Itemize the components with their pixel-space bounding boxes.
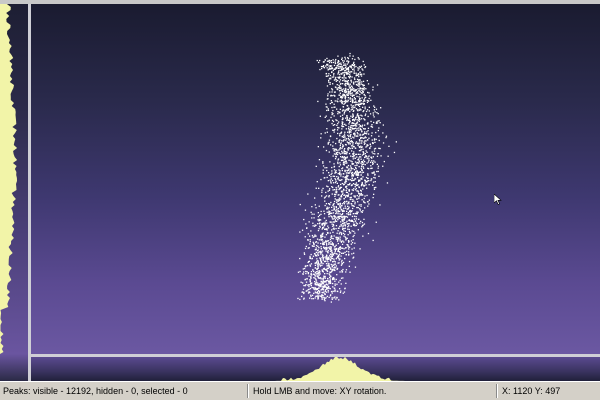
status-bar: Peaks: visible - 12192, hidden - 0, sele… [0,381,600,400]
status-separator [247,384,249,398]
status-separator [496,384,498,398]
peak-cloud [297,52,397,303]
y-projection-panel[interactable] [0,4,28,354]
x-projection-panel[interactable] [31,357,600,381]
cursor-coordinates-text: X: 1120 Y: 497 [502,386,561,396]
interaction-hint-text: Hold LMB and move: XY rotation. [253,386,387,396]
corner-panel [0,354,28,381]
peaks-count-text: Peaks: visible - 12192, hidden - 0, sele… [3,386,188,396]
y-projection-histogram [0,4,18,354]
x-projection-histogram [31,357,600,381]
mouse-pointer-icon [494,194,502,205]
scatter-3d-viewport[interactable] [31,4,600,354]
